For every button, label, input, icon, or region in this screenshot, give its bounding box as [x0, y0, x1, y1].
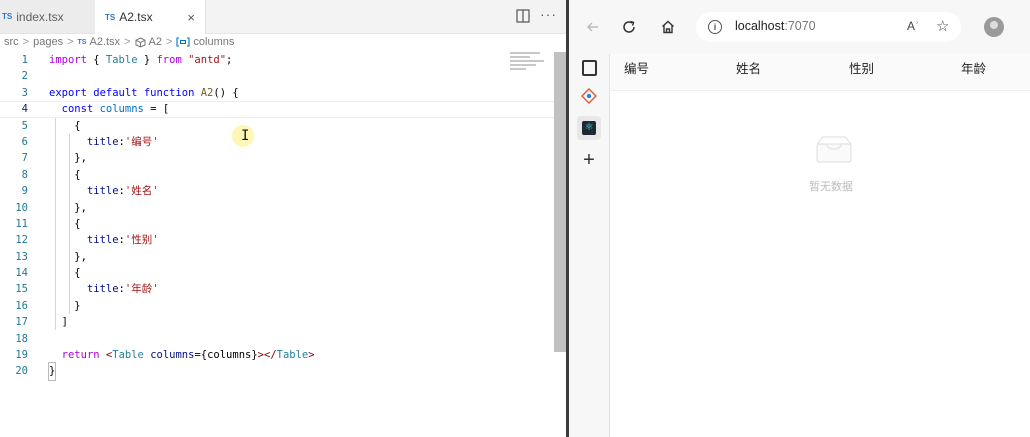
code-line-18[interactable]: 18 — [0, 331, 556, 347]
more-icon[interactable]: ··· — [540, 6, 557, 22]
breadcrumb-separator: > — [22, 36, 30, 48]
editor-tab-bar: TS index.tsx TS A2.tsx × ··· — [0, 0, 566, 34]
refresh-icon[interactable] — [619, 17, 639, 37]
line-number: 11 — [15, 217, 28, 230]
code-line-16[interactable]: 16 } — [0, 298, 556, 314]
line-number: 3 — [21, 86, 28, 99]
line-number: 15 — [15, 283, 28, 296]
code-line-9[interactable]: 9 title:'姓名' — [0, 183, 556, 199]
tab-a2-tsx[interactable]: TS A2.tsx × — [95, 0, 206, 34]
code-line-19[interactable]: 19 return <Table columns={columns}></Tab… — [0, 347, 556, 363]
code-line-17[interactable]: 17 ] — [0, 314, 556, 330]
tabs-icon[interactable] — [579, 58, 599, 78]
code-line-15[interactable]: 15 title:'年龄' — [0, 281, 556, 297]
line-number: 6 — [21, 135, 28, 148]
line-number: 14 — [15, 267, 28, 280]
copilot-icon[interactable] — [579, 86, 599, 106]
line-number: 1 — [21, 54, 28, 66]
table-header: 编号 姓名 性别 年龄 — [610, 54, 1030, 91]
code-line-1[interactable]: 1 import { Table } from "antd"; — [0, 52, 556, 68]
page-content: 编号 姓名 性别 年龄 暂无数据 — [610, 54, 1030, 437]
home-icon[interactable] — [658, 17, 678, 37]
code-line-13[interactable]: 13 }, — [0, 249, 556, 265]
split-editor-icon[interactable] — [516, 9, 530, 23]
browser-toolbar: i localhost:7070 Aʾ ☆ — [569, 0, 1030, 54]
code-line-6[interactable]: 6 title:'编号' — [0, 134, 556, 150]
line-number: 7 — [21, 152, 28, 165]
line-number: 2 — [21, 70, 28, 83]
column-header: 姓名 — [736, 62, 762, 76]
line-number: 13 — [15, 250, 28, 263]
line-number: 17 — [15, 316, 28, 329]
browser-window: i localhost:7070 Aʾ ☆ ⚛ + 编号 姓名 性别 年龄 暂无… — [569, 0, 1030, 437]
code-line-14[interactable]: 14 { — [0, 265, 556, 281]
variable-icon — [176, 37, 190, 47]
info-icon[interactable]: i — [708, 20, 722, 34]
code-line-2[interactable]: 2 — [0, 68, 556, 84]
url-text[interactable]: localhost:7070 — [735, 19, 816, 33]
back-icon[interactable] — [583, 17, 603, 37]
breadcrumb: src > pages > TS A2.tsx > A2 > columns — [0, 34, 566, 50]
code-line-8[interactable]: 8 { — [0, 167, 556, 183]
code-area[interactable]: 1 import { Table } from "antd"; 2 3 export… — [0, 52, 556, 381]
breadcrumb-pages[interactable]: pages — [33, 36, 63, 48]
typescript-icon: TS — [77, 38, 87, 46]
code-line-20[interactable]: 20} — [0, 362, 556, 381]
breadcrumb-separator: > — [67, 36, 74, 48]
text-cursor-icon: I — [241, 128, 250, 144]
breadcrumb-src[interactable]: src — [4, 36, 19, 48]
column-header: 编号 — [624, 62, 650, 76]
line-number: 18 — [15, 332, 28, 345]
line-number: 20 — [15, 365, 28, 378]
react-devtools-icon[interactable]: ⚛ — [577, 116, 601, 140]
tab-label: index.tsx — [16, 9, 64, 24]
column-header: 年龄 — [961, 62, 987, 76]
column-header: 性别 — [849, 62, 875, 76]
tab-index-tsx[interactable]: TS index.tsx — [0, 0, 97, 33]
add-icon[interactable]: + — [579, 149, 599, 171]
breadcrumb-symbol[interactable]: A2 — [149, 36, 162, 48]
line-number: 10 — [15, 201, 28, 214]
typescript-icon: TS — [2, 12, 13, 21]
code-editor[interactable]: TS index.tsx TS A2.tsx × ··· src > pages… — [0, 0, 566, 437]
code-line-3[interactable]: 3 export default function A2() { — [0, 85, 556, 101]
browser-sidebar: ⚛ + — [569, 54, 610, 437]
line-number: 16 — [15, 299, 28, 312]
tab-label: A2.tsx — [119, 10, 153, 24]
breadcrumb-separator: > — [165, 36, 173, 48]
breadcrumb-file[interactable]: A2.tsx — [89, 36, 120, 48]
line-number: 19 — [15, 349, 28, 362]
symbol-cube-icon — [135, 36, 145, 48]
line-number: 9 — [21, 185, 28, 198]
editor-scrollbar[interactable] — [554, 52, 566, 352]
line-number: 12 — [15, 234, 28, 247]
empty-box-icon — [816, 136, 852, 163]
code-line-12[interactable]: 12 title:'性别' — [0, 232, 556, 248]
line-number: 4 — [21, 103, 28, 116]
favorite-icon[interactable]: ☆ — [936, 17, 949, 35]
minimap[interactable] — [510, 52, 546, 74]
profile-icon[interactable] — [984, 17, 1004, 37]
breadcrumb-variable[interactable]: columns — [193, 36, 234, 48]
line-number: 8 — [21, 168, 28, 181]
code-line-4[interactable]: 4 const columns = [ — [0, 101, 556, 117]
code-line-5[interactable]: 5 { — [0, 118, 556, 134]
read-aloud-icon[interactable]: Aʾ — [907, 19, 919, 33]
code-line-7[interactable]: 7 }, — [0, 150, 556, 166]
close-tab-icon[interactable]: × — [187, 10, 195, 25]
typescript-icon: TS — [105, 12, 116, 22]
code-line-11[interactable]: 11 { — [0, 216, 556, 232]
address-bar[interactable]: i localhost:7070 Aʾ ☆ — [696, 12, 961, 42]
breadcrumb-separator: > — [124, 36, 131, 48]
empty-text: 暂无数据 — [809, 181, 853, 193]
line-number: 5 — [21, 119, 28, 132]
code-line-10[interactable]: 10 }, — [0, 200, 556, 216]
